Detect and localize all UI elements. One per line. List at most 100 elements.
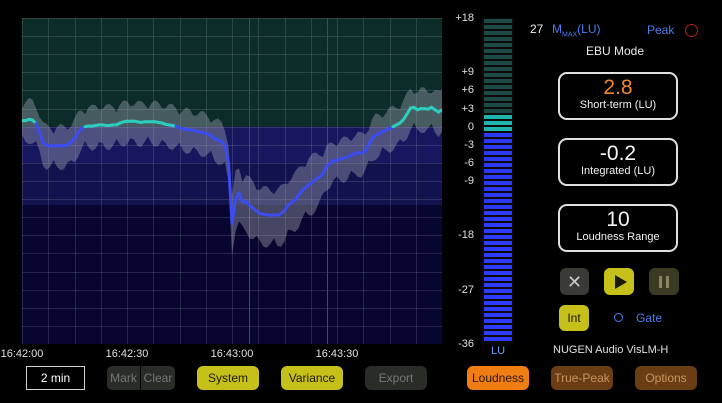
loudness-plot-svg — [22, 18, 442, 344]
peak-indicator-icon[interactable] — [685, 24, 698, 37]
variance-button[interactable]: Variance — [281, 366, 343, 390]
time-tick-label: 16:42:00 — [0, 348, 44, 360]
y-tick-label: -18 — [458, 229, 474, 242]
system-button-label: System — [207, 371, 248, 385]
meter-segment — [484, 61, 512, 65]
reset-button[interactable]: ✕ — [560, 268, 589, 295]
options-tab[interactable]: Options — [635, 366, 697, 390]
meter-segment — [484, 43, 512, 47]
meter-segment — [484, 187, 512, 191]
gate-radio-icon[interactable] — [614, 313, 623, 322]
meter-segment — [484, 67, 512, 71]
short-term-readout: 2.8 Short-term (LU) — [558, 72, 678, 120]
y-tick-label: +6 — [461, 84, 474, 97]
close-icon: ✕ — [566, 271, 583, 292]
loudness-range-readout: 10 Loudness Range — [558, 204, 678, 252]
mmax-label-prefix: M — [552, 22, 562, 36]
meter-segment — [484, 37, 512, 41]
meter-segment — [484, 301, 512, 305]
meter-segment — [484, 139, 512, 143]
mark-button[interactable]: Mark — [107, 366, 140, 390]
mark-button-label: Mark — [110, 371, 137, 385]
meter-segment — [484, 337, 512, 341]
integrated-toggle-button[interactable]: Int — [559, 305, 589, 331]
meter-segment — [484, 253, 512, 257]
time-tick-label: 16:43:30 — [315, 348, 359, 360]
meter-segment — [484, 133, 512, 137]
meter-segment — [484, 205, 512, 209]
variance-button-label: Variance — [288, 371, 336, 385]
y-tick-label: -36 — [458, 338, 474, 350]
true-peak-tab[interactable]: True-Peak — [551, 366, 613, 390]
level-meter-svg — [484, 19, 512, 341]
meter-segment — [484, 271, 512, 275]
time-range-value: 2 min — [40, 371, 71, 385]
meter-segment — [484, 199, 512, 203]
meter-segment — [484, 157, 512, 161]
true-peak-tab-label: True-Peak — [554, 371, 610, 385]
loudness-range-label: Loudness Range — [576, 231, 660, 243]
y-tick-label: -9 — [464, 175, 474, 187]
time-tick-label: 16:43:00 — [210, 348, 254, 360]
meter-segment — [484, 55, 512, 59]
meter-segment — [484, 97, 512, 101]
loudness-range-value: 10 — [606, 208, 630, 231]
loudness-tab-label: Loudness — [471, 371, 525, 385]
meter-segment — [484, 181, 512, 185]
meter-segment — [484, 319, 512, 323]
y-tick-label: -3 — [464, 138, 474, 151]
integrated-value: -0.2 — [599, 142, 637, 165]
mmax-label[interactable]: MMAX(LU) — [552, 22, 601, 38]
options-tab-label: Options — [645, 371, 687, 385]
int-button-label: Int — [567, 311, 581, 325]
meter-segment — [484, 91, 512, 95]
short-term-level-meter — [482, 18, 514, 344]
meter-segment — [484, 307, 512, 311]
export-button-label: Export — [378, 371, 414, 385]
loudness-tab[interactable]: Loudness — [467, 366, 529, 390]
short-term-label: Short-term (LU) — [579, 99, 657, 111]
meter-segment — [484, 127, 512, 131]
mmax-label-suffix: (LU) — [577, 22, 601, 36]
play-button[interactable] — [604, 268, 634, 295]
meter-segment — [484, 295, 512, 299]
meter-segment — [484, 259, 512, 263]
meter-unit-label: LU — [490, 345, 506, 357]
meter-segment — [484, 31, 512, 35]
integrated-readout: -0.2 Integrated (LU) — [558, 138, 678, 186]
meter-segment — [484, 223, 512, 227]
system-button[interactable]: System — [197, 366, 259, 390]
meter-segment — [484, 73, 512, 77]
mmax-value: 27 — [530, 22, 544, 36]
y-tick-label: +3 — [461, 102, 474, 115]
meter-segment — [484, 151, 512, 155]
time-range-field[interactable]: 2 min — [26, 366, 85, 390]
meter-segment — [484, 325, 512, 329]
meter-segment — [484, 289, 512, 293]
export-button[interactable]: Export — [365, 366, 427, 390]
gate-label: Gate — [636, 311, 663, 325]
y-tick-label: 0 — [467, 120, 474, 133]
mmax-label-sub: MAX — [562, 31, 578, 39]
meter-segment — [484, 163, 512, 167]
integrated-label: Integrated (LU) — [581, 165, 655, 177]
meter-segment — [484, 277, 512, 281]
meter-segment — [484, 235, 512, 239]
meter-segment — [484, 265, 512, 269]
meter-segment — [484, 283, 512, 287]
meter-segment — [484, 121, 512, 125]
clear-button[interactable]: Clear — [141, 366, 175, 390]
meter-segment — [484, 313, 512, 317]
y-tick-label: -27 — [458, 283, 474, 296]
meter-segment — [484, 217, 512, 221]
mode-label: EBU Mode — [586, 44, 645, 58]
meter-segment — [484, 19, 512, 23]
peak-label: Peak — [647, 23, 675, 37]
pause-button[interactable] — [649, 268, 679, 295]
meter-segment — [484, 145, 512, 149]
meter-segment — [484, 109, 512, 113]
meter-segment — [484, 103, 512, 107]
play-icon — [614, 274, 627, 289]
loudness-history-graph[interactable] — [22, 18, 442, 344]
y-tick-label: +18 — [455, 12, 474, 24]
